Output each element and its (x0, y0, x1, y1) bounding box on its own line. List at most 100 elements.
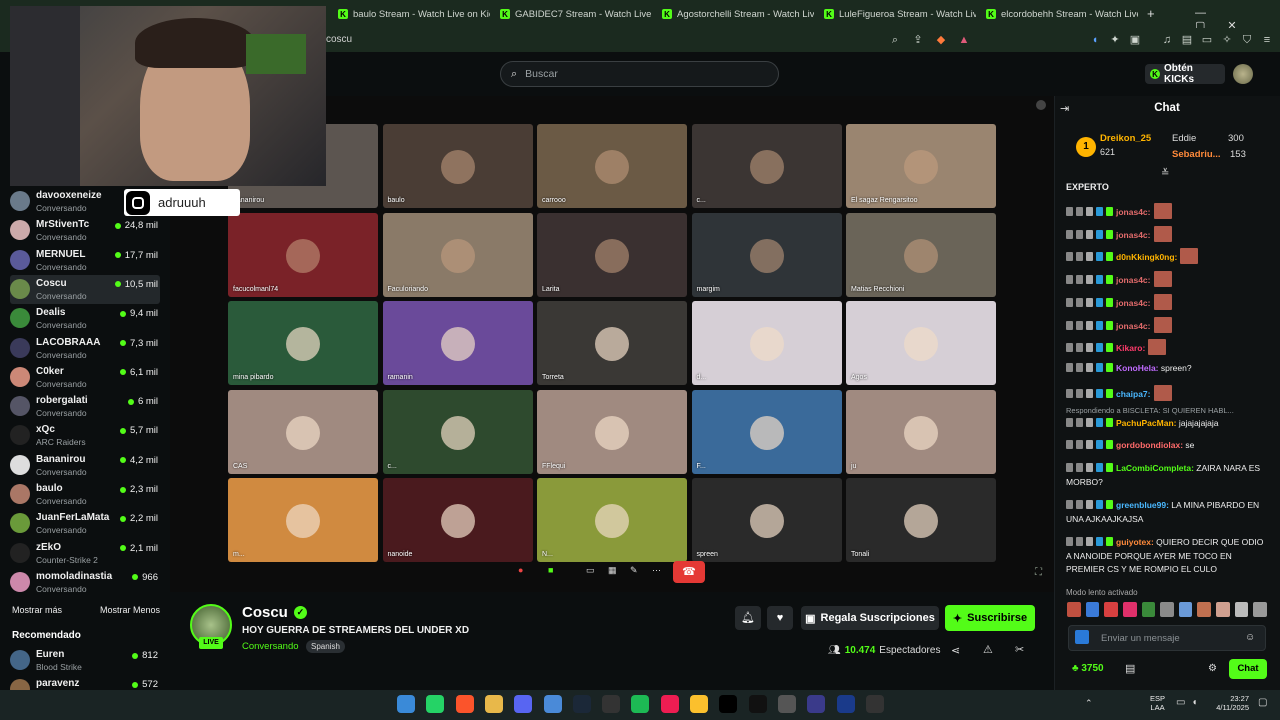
sidebar-channel[interactable]: Coscu Conversando 10,5 mil (10, 274, 160, 304)
chat-message[interactable]: KonoHela: spreen? (1066, 362, 1266, 376)
participant-tile[interactable]: margim (691, 212, 842, 297)
taskbar-app-icon[interactable] (543, 695, 562, 713)
taskbar-app-icon[interactable] (777, 695, 796, 713)
emote-icon[interactable] (1104, 602, 1118, 617)
emote-icon[interactable] (1197, 602, 1212, 617)
effects-icon[interactable]: ✎ (630, 565, 638, 576)
emote-icon[interactable] (1216, 602, 1230, 617)
chat-username[interactable]: greenblue99: (1116, 500, 1169, 510)
follow-button[interactable]: ♥ (767, 606, 793, 630)
emote-icon[interactable] (1253, 602, 1268, 617)
language-indicator[interactable]: ESP LAA (1150, 694, 1165, 712)
menu-icon[interactable]: ≡ (1260, 33, 1274, 47)
taskbar-app-icon[interactable] (514, 695, 533, 713)
new-tab-button[interactable]: + (1147, 6, 1155, 21)
chat-input[interactable]: Enviar un mensaje (1068, 625, 1266, 651)
chat-message[interactable]: LaCombiCompleta: ZAIRA NARA ES MORBO? (1066, 462, 1266, 489)
chat-username[interactable]: jonas4c: (1116, 298, 1151, 308)
chat-username[interactable]: Kikaro: (1116, 343, 1145, 353)
chat-username[interactable]: gordobondiolax: (1116, 440, 1183, 450)
clock[interactable]: 23:27 4/11/2025 (1213, 694, 1249, 712)
chat-username[interactable]: jonas4c: (1116, 207, 1151, 217)
mic-icon[interactable]: ● (518, 565, 523, 575)
more-options-icon[interactable]: ⋯ (652, 565, 661, 576)
screenshot-icon[interactable]: ▣ (1128, 33, 1142, 47)
tray-icons[interactable]: ▭◖ (1176, 697, 1204, 708)
store-icon[interactable]: ▤ (1125, 662, 1135, 675)
chat-message[interactable]: jonas4c: (1066, 316, 1266, 334)
sidebar-channel[interactable]: MERNUEL Conversando 17,7 mil (10, 246, 160, 275)
participant-tile[interactable]: nanoide (382, 478, 533, 562)
participant-tile[interactable]: d... (691, 301, 842, 385)
participant-tile[interactable]: c... (691, 124, 842, 208)
taskbar-app-icon[interactable] (426, 695, 445, 713)
sidebar-channel[interactable]: MrStivenTc Conversando 24,8 mil (10, 216, 160, 245)
emote-icon[interactable] (1067, 602, 1081, 617)
clip-button[interactable]: ✂ (1015, 643, 1024, 656)
taskbar-app-icon[interactable] (631, 695, 650, 713)
top-gifter-name[interactable]: Dreikon_25 (1100, 133, 1151, 144)
channel-points[interactable]: ♣ 3750 (1072, 663, 1104, 674)
ai-icon[interactable]: ✧ (1220, 33, 1234, 47)
chat-username[interactable]: d0nKkingk0ng: (1116, 252, 1177, 262)
taskbar-app-icon[interactable] (455, 695, 474, 713)
emote-icon[interactable] (1085, 602, 1100, 617)
vpn-icon[interactable]: ⛉ (1240, 33, 1254, 47)
taskbar-app-icon[interactable] (660, 695, 679, 713)
chat-message[interactable]: chaipa7: (1066, 384, 1266, 402)
participant-tile[interactable]: ju (846, 389, 996, 474)
sidebar-channel[interactable]: C0ker Conversando 6,1 mil (10, 363, 160, 392)
chat-username[interactable]: guiyotex: (1116, 537, 1154, 547)
chat-message[interactable]: d0nKkingk0ng: (1066, 248, 1266, 265)
participant-tile[interactable]: ramanin (382, 301, 533, 385)
show-less-link[interactable]: Mostrar Menos (100, 605, 160, 615)
language-tag[interactable]: Spanish (306, 640, 345, 653)
sidebar-channel[interactable]: baulo Conversando 2,3 mil (10, 480, 160, 509)
share-button[interactable]: ⋖ (951, 644, 960, 657)
browser-tab[interactable]: KAgostorchelli Stream - Watch Live on✕ (656, 4, 814, 24)
browser-tab[interactable]: Kelcordobehh Stream - Watch Live on✕ (980, 4, 1138, 24)
chat-message[interactable]: jonas4c: (1066, 271, 1266, 288)
chat-message[interactable]: jonas4c: (1066, 225, 1266, 243)
brave-shield-icon[interactable]: ◆ (934, 33, 948, 47)
participant-tile[interactable]: CAS (228, 389, 378, 474)
extensions-icon[interactable]: ✦ (1108, 33, 1122, 47)
chat-username[interactable]: LaCombiCompleta: (1116, 463, 1194, 473)
wallet-icon[interactable]: ▭ (1200, 33, 1214, 47)
stream-category[interactable]: Conversando (242, 641, 299, 652)
taskbar-app-icon[interactable] (807, 695, 826, 713)
browser-tab[interactable]: KLuleFigueroa Stream - Watch Live on✕ (818, 4, 976, 24)
chat-username[interactable]: jonas4c: (1116, 275, 1151, 285)
brave-rewards-icon[interactable]: ▲ (957, 33, 971, 47)
taskbar-app-icon[interactable] (397, 695, 415, 713)
kick-emote-icon[interactable] (1075, 630, 1089, 644)
recommended-channel[interactable]: Euren Blood Strike 812 (10, 646, 160, 675)
chat-username[interactable]: PachuPacMan: (1116, 418, 1176, 428)
user-avatar[interactable] (1233, 64, 1253, 84)
sidebar-channel[interactable]: Bananirou Conversando 4,2 mil (10, 451, 160, 480)
browser-tab[interactable]: Kbaulo Stream - Watch Live on Kick✕ (332, 4, 490, 24)
taskbar-app-icon[interactable] (572, 695, 591, 713)
chat-message[interactable]: Kikaro: (1066, 339, 1266, 356)
streamer-name[interactable]: Coscu ✓ (242, 604, 307, 621)
chat-username[interactable]: chaipa7: (1116, 389, 1151, 399)
emote-icon[interactable] (1122, 602, 1137, 617)
participant-tile[interactable]: Agos (846, 301, 996, 385)
taskbar-app-icon[interactable] (602, 695, 621, 713)
sidebar-channel[interactable]: robergalati Conversando 6 mil (10, 392, 160, 421)
participant-tile[interactable]: baulo (382, 124, 533, 208)
chat-message[interactable]: jonas4c: (1066, 203, 1266, 220)
zoom-icon[interactable]: ⌕ (888, 33, 902, 47)
taskbar-app-icon[interactable] (690, 695, 708, 713)
sidebar-channel[interactable]: JuanFerLaMata Conversando 2,2 mil (10, 509, 160, 538)
emote-icon[interactable] (1160, 602, 1174, 617)
chat-username[interactable]: KonoHela: (1116, 363, 1159, 373)
taskbar-app-icon[interactable] (719, 695, 738, 713)
chat-username[interactable]: jonas4c: (1116, 321, 1151, 331)
sidebar-channel[interactable]: zEkO Counter-Strike 2 2,1 mil (10, 539, 160, 568)
chat-message[interactable]: PachuPacMan: jajajajajaja (1066, 417, 1266, 431)
participant-tile[interactable]: F... (691, 389, 842, 474)
screen-share-icon[interactable]: ▭ (586, 565, 595, 576)
subscribe-button[interactable]: ✦ Suscribirse (945, 605, 1035, 631)
chat-username[interactable]: jonas4c: (1116, 230, 1151, 240)
